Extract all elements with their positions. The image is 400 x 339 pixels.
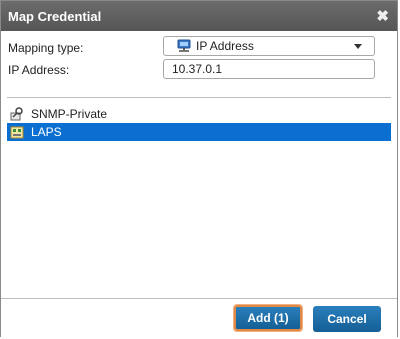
map-credential-dialog: Map Credential ✖ Mapping type: IP Addres… [0, 0, 398, 339]
add-button[interactable]: Add (1) [234, 305, 302, 331]
dialog-titlebar[interactable]: Map Credential ✖ [1, 1, 397, 31]
list-item-label: LAPS [31, 125, 62, 139]
chevron-down-icon[interactable] [354, 44, 362, 49]
list-item-laps[interactable]: LAPS [7, 123, 391, 141]
dialog-footer: Add (1) Cancel [1, 298, 397, 339]
mapping-type-value: IP Address [196, 39, 254, 53]
mapping-type-label: Mapping type: [8, 41, 84, 55]
divider [7, 97, 391, 98]
close-icon[interactable]: ✖ [376, 7, 389, 25]
mapping-type-select[interactable]: IP Address [163, 36, 375, 56]
list-item-label: SNMP-Private [31, 107, 108, 121]
credential-list[interactable]: SNMP-Private LAPS [7, 102, 391, 298]
dialog-title: Map Credential [8, 9, 102, 24]
cancel-button[interactable]: Cancel [313, 306, 381, 332]
laps-credential-icon [10, 125, 24, 139]
list-item-snmp-private[interactable]: SNMP-Private [7, 105, 391, 123]
snmp-credential-icon [10, 107, 24, 121]
ip-address-label: IP Address: [8, 63, 70, 77]
network-computer-icon [176, 39, 192, 53]
ip-address-input[interactable] [163, 59, 375, 79]
